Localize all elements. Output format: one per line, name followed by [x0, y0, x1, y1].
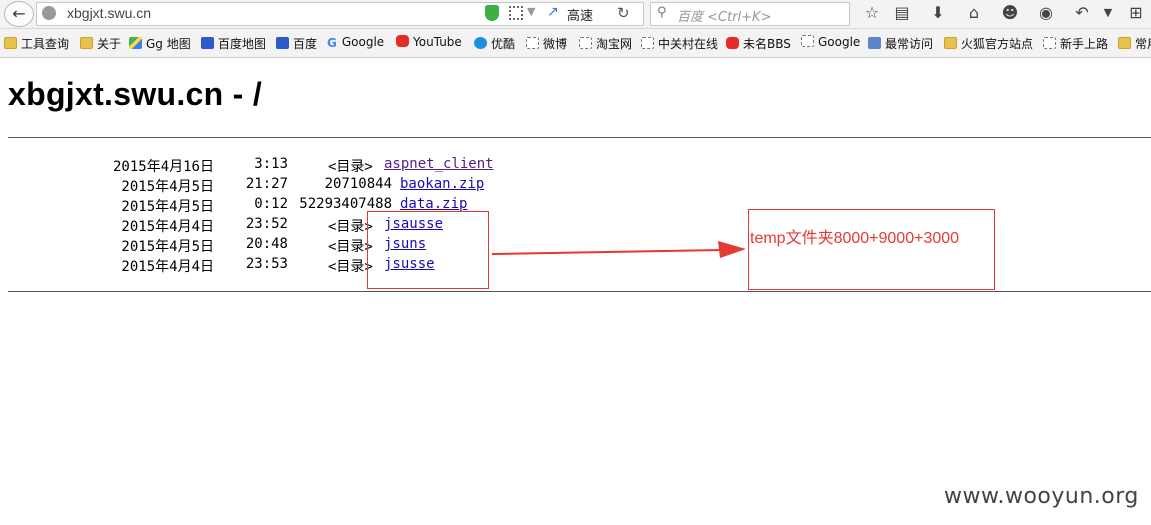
bottom-divider [8, 291, 1151, 292]
lens-icon [868, 37, 881, 49]
yk-icon [474, 37, 487, 49]
annotation-box [748, 209, 995, 290]
bookmark-label: 百度地图 [218, 37, 267, 51]
entry-link[interactable]: baokan.zip [400, 176, 484, 192]
page-title: xbgjxt.swu.cn - / [8, 76, 263, 112]
listing-row: 2015年4月5日 0:12 52293407488 data.zip [0, 196, 600, 216]
back-button[interactable]: ← [4, 1, 34, 27]
paw-icon [201, 37, 214, 49]
entry-time: 3:13 [254, 156, 288, 172]
bookmark-label: Gg 地图 [146, 37, 191, 51]
bookmark-item[interactable]: 淘宝网 [579, 35, 632, 51]
bookmark-item[interactable]: 工具查询 [4, 35, 69, 51]
gg-icon: G [327, 36, 337, 50]
qr-code-icon[interactable] [509, 6, 523, 20]
paw-icon [276, 37, 289, 49]
entry-time: 23:52 [245, 216, 288, 232]
folder-icon [4, 37, 17, 49]
page-icon [526, 37, 539, 49]
shield-icon[interactable] [485, 5, 499, 21]
bookmark-label: 关于 [97, 37, 122, 51]
bookmark-label: 常用 [1135, 37, 1151, 51]
search-icon: ⚲ [657, 5, 667, 20]
bookmark-item[interactable]: 火狐官方站点 [944, 35, 1033, 51]
entry-time: 20:48 [245, 236, 288, 252]
bookmark-label: 微博 [543, 37, 568, 51]
menu-caret-icon[interactable]: ▼ [1098, 6, 1118, 19]
bookmark-item[interactable]: G Google [327, 35, 384, 51]
bookmark-item[interactable]: YouTube [396, 35, 462, 51]
bookmark-item[interactable]: 新手上路 [1043, 35, 1108, 51]
yt-icon [396, 35, 409, 47]
crop-icon[interactable]: ⊞ [1126, 3, 1146, 22]
speed-label[interactable]: 高速 [567, 5, 593, 24]
bookmark-label: 百度 [293, 37, 318, 51]
star-icon[interactable]: ☆ [862, 3, 882, 22]
bookmark-item[interactable]: 最常访问 [868, 35, 933, 51]
entry-time: 23:53 [245, 256, 288, 272]
folder-icon [80, 37, 93, 49]
top-divider [8, 137, 1151, 138]
bookmark-label: 新手上路 [1060, 37, 1109, 51]
folder-icon [944, 37, 957, 49]
bookmark-label: 火狐官方站点 [961, 37, 1034, 51]
bookmark-label: Google [341, 35, 385, 49]
yt-icon [726, 37, 739, 49]
search-box[interactable]: ⚲ 百度 <Ctrl+K> [650, 2, 850, 26]
bookmark-label: YouTube [413, 35, 462, 49]
bookmark-item[interactable]: 百度 [276, 35, 317, 51]
reload-icon[interactable]: ↻ [617, 4, 630, 22]
entry-link[interactable]: data.zip [400, 196, 467, 212]
url-bar[interactable]: xbgjxt.swu.cn ▼ ↗ 高速 ↻ [36, 2, 644, 26]
bookmark-item[interactable]: 中关村在线 [641, 35, 718, 51]
highlight-box [367, 211, 489, 289]
url-text[interactable]: xbgjxt.swu.cn [67, 5, 151, 21]
listing-row: 2015年4月16日 3:13 <目录> aspnet_client [0, 156, 600, 176]
bookmark-label: 淘宝网 [596, 37, 633, 51]
entry-size: 52293407488 [299, 196, 392, 212]
reading-list-icon[interactable]: ▤ [892, 3, 912, 22]
speed-icon[interactable]: ↗ [547, 4, 559, 20]
bookmarks-bar: 工具查询 关于 Gg 地图 百度地图 百度 G Google YouTube 优酷 微博 淘宝网 中关… [0, 29, 1151, 58]
chat-icon[interactable]: ◉ [1036, 3, 1056, 22]
annotation-note: temp文件夹8000+9000+3000 [750, 230, 960, 247]
folder-icon [1118, 37, 1131, 49]
home-icon[interactable]: ⌂ [964, 3, 984, 22]
bookmark-label: 未名BBS [743, 37, 791, 51]
bookmark-item[interactable]: Gg 地图 [129, 35, 191, 51]
page-icon [801, 35, 814, 47]
entry-size: <目录> [328, 159, 373, 175]
search-placeholder[interactable]: 百度 <Ctrl+K> [677, 6, 771, 25]
globe-icon [42, 6, 56, 20]
undo-icon[interactable]: ↶ [1072, 3, 1092, 22]
bookmark-label: 最常访问 [885, 37, 934, 51]
bookmark-item[interactable]: 微博 [526, 35, 567, 51]
bookmark-item[interactable]: 百度地图 [201, 35, 266, 51]
bookmark-label: 工具查询 [21, 37, 70, 51]
bookmark-item[interactable]: 未名BBS [726, 35, 791, 51]
bookmark-label: Google [818, 35, 861, 49]
entry-size: 20710844 [324, 176, 392, 192]
entry-link[interactable]: aspnet_client [384, 156, 494, 172]
page-icon [579, 37, 592, 49]
smiley-icon[interactable]: ☻ [1000, 3, 1020, 22]
bookmark-item[interactable]: Google [801, 35, 860, 51]
annotation-arrow [491, 241, 746, 258]
download-icon[interactable]: ⬇ [928, 3, 948, 22]
nav-toolbar: ← xbgjxt.swu.cn ▼ ↗ 高速 ↻ ⚲ 百度 <Ctrl+K> ☆… [0, 0, 1151, 29]
bookmark-item[interactable]: 关于 [80, 35, 121, 51]
watermark: www.wooyun.org [944, 484, 1139, 509]
bookmark-label: 优酷 [491, 37, 516, 51]
bookmark-label: 中关村在线 [658, 37, 719, 51]
page-icon [641, 37, 654, 49]
maps-icon [129, 37, 142, 49]
dropdown-caret-icon[interactable]: ▼ [527, 5, 535, 18]
page-icon [1043, 37, 1056, 49]
back-arrow-icon: ← [12, 4, 26, 23]
listing-row: 2015年4月4日 23:52 <目录> jsausse [0, 216, 600, 236]
bookmark-item[interactable]: 常用 [1118, 35, 1151, 51]
listing-row: 2015年4月5日 21:27 20710844 baokan.zip [0, 176, 600, 196]
bookmark-item[interactable]: 优酷 [474, 35, 515, 51]
